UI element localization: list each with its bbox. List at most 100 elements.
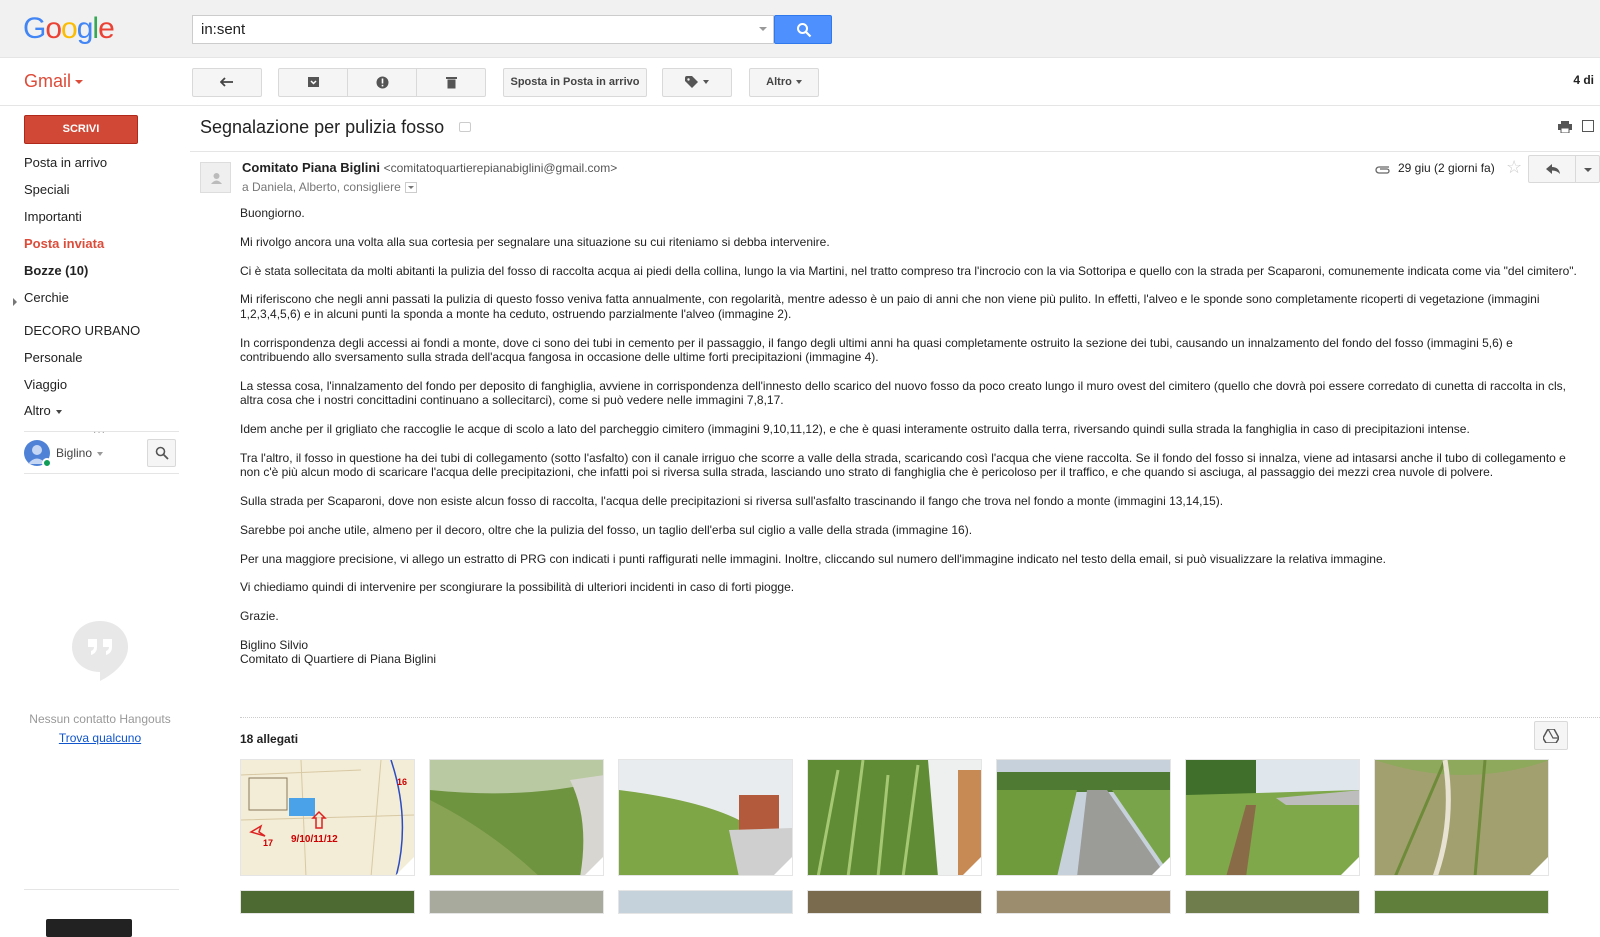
hangouts-icon bbox=[72, 621, 128, 681]
compose-button[interactable]: SCRIVI bbox=[24, 115, 138, 144]
attachments-title: 18 allegati bbox=[240, 732, 299, 746]
paragraph: In corrispondenza degli accessi ai fondi… bbox=[240, 335, 1513, 364]
attachment-thumbnail[interactable] bbox=[996, 759, 1171, 876]
page-fold bbox=[963, 857, 981, 875]
user-silhouette-icon bbox=[211, 173, 222, 184]
photo-image bbox=[619, 760, 792, 875]
sender-email: <comitatoquartierepianabiglini@gmail.com… bbox=[383, 161, 618, 175]
attachment-thumbnail[interactable] bbox=[1185, 759, 1360, 876]
attachment-thumbnail[interactable] bbox=[1374, 759, 1549, 876]
hangouts-search-button[interactable] bbox=[147, 439, 176, 467]
attachment-thumbnail[interactable] bbox=[240, 890, 415, 914]
search-input-value: in:sent bbox=[201, 21, 246, 38]
show-details-icon[interactable] bbox=[404, 182, 417, 194]
sidebar-item-important[interactable]: Importanti bbox=[24, 209, 82, 224]
attachment-icon bbox=[1375, 166, 1390, 174]
sidebar: SCRIVI Posta in arrivo Speciali Importan… bbox=[0, 107, 190, 937]
move-to-inbox-button[interactable]: Sposta in Posta in arrivo bbox=[503, 68, 647, 97]
email-date: 29 giu (2 giorni fa) bbox=[1398, 161, 1495, 175]
more-button[interactable]: Altro bbox=[749, 68, 819, 97]
save-to-drive-button[interactable] bbox=[1534, 721, 1568, 750]
paragraph: Grazie. bbox=[240, 609, 279, 624]
avatar[interactable] bbox=[24, 440, 52, 468]
sidebar-item-inbox[interactable]: Posta in arrivo bbox=[24, 155, 107, 170]
chevron-down-icon bbox=[97, 451, 104, 456]
search-input[interactable]: in:sent bbox=[192, 15, 774, 44]
search-button[interactable] bbox=[774, 15, 832, 44]
attachment-thumbnail[interactable] bbox=[807, 759, 982, 876]
reply-button[interactable] bbox=[1528, 155, 1576, 183]
attachment-thumbnail[interactable] bbox=[429, 759, 604, 876]
archive-button[interactable] bbox=[278, 68, 348, 97]
drive-icon bbox=[1543, 729, 1559, 743]
sidebar-item-personal[interactable]: Personale bbox=[24, 350, 83, 365]
sender[interactable]: Comitato Piana Biglini <comitatoquartier… bbox=[242, 160, 617, 175]
hangouts-user-menu[interactable]: Biglino bbox=[56, 446, 104, 460]
sidebar-item-drafts[interactable]: Bozze (10) bbox=[24, 263, 88, 278]
paragraph: Mi riferiscono che negli anni passati la… bbox=[240, 292, 1540, 321]
search-options-icon[interactable] bbox=[759, 27, 767, 31]
email-subject: Segnalazione per pulizia fosso bbox=[200, 117, 445, 137]
back-button[interactable] bbox=[192, 68, 262, 97]
label-tag-icon bbox=[685, 76, 698, 89]
attachment-thumbnail[interactable] bbox=[618, 890, 793, 914]
attachment-thumbnail[interactable] bbox=[996, 890, 1171, 914]
hangouts-user: Biglino bbox=[24, 437, 179, 473]
chevron-down-icon bbox=[75, 80, 84, 85]
sidebar-item-circles[interactable]: Cerchie bbox=[24, 290, 69, 305]
attachment-thumbnail[interactable] bbox=[618, 759, 793, 876]
new-window-icon[interactable] bbox=[1582, 120, 1594, 132]
page-fold bbox=[774, 857, 792, 875]
message-view: Segnalazione per pulizia fosso Comitato … bbox=[190, 107, 1600, 937]
photo-image bbox=[997, 760, 1170, 875]
attachment-thumbnail-map[interactable]: 9/10/11/12 17 16 bbox=[240, 759, 415, 876]
labels-button[interactable] bbox=[662, 68, 732, 97]
attachment-thumbnail[interactable] bbox=[1185, 890, 1360, 914]
compose-label: SCRIVI bbox=[62, 123, 100, 135]
online-status-dot bbox=[42, 458, 52, 468]
map-label: 16 bbox=[397, 777, 407, 787]
signature-org: Comitato di Quartiere di Piana Biglini bbox=[240, 652, 437, 667]
report-spam-button[interactable] bbox=[347, 68, 417, 97]
expand-triangle-icon[interactable] bbox=[13, 298, 17, 306]
sidebar-item-starred[interactable]: Speciali bbox=[24, 182, 70, 197]
gmail-menu[interactable]: Gmail bbox=[24, 71, 84, 92]
archive-icon bbox=[307, 77, 319, 88]
find-someone-link[interactable]: Trova qualcuno bbox=[0, 731, 200, 745]
recipients: a Daniela, Alberto, consigliere bbox=[242, 180, 417, 194]
sidebar-item-more[interactable]: Altro bbox=[24, 403, 63, 418]
subject-divider bbox=[190, 151, 1600, 152]
sidebar-more-label: Altro bbox=[24, 403, 51, 418]
photo-image bbox=[1375, 760, 1548, 875]
trash-icon bbox=[445, 76, 457, 89]
paragraph: Sarebbe poi anche utile, almeno per il d… bbox=[240, 522, 973, 537]
search-icon bbox=[797, 23, 812, 38]
paragraph: Ci è stata sollecitata da molti abitanti… bbox=[240, 263, 1577, 278]
paragraph: Idem anche per il grigliato che raccogli… bbox=[240, 422, 1470, 436]
label-toggle-icon[interactable] bbox=[459, 122, 471, 132]
sidebar-item-sent[interactable]: Posta inviata bbox=[24, 236, 104, 251]
user-name: Biglino bbox=[56, 446, 93, 460]
sidebar-item-decoro-urbano[interactable]: DECORO URBANO bbox=[24, 323, 140, 338]
paragraph: Vi chiediamo quindi di intervenire per s… bbox=[240, 580, 795, 595]
attachment-thumbnail[interactable] bbox=[807, 890, 982, 914]
recipients-text: a Daniela, Alberto, consigliere bbox=[242, 180, 401, 194]
page-fold bbox=[1152, 857, 1170, 875]
sidebar-item-travel[interactable]: Viaggio bbox=[24, 377, 67, 392]
google-logo[interactable]: Google bbox=[23, 12, 115, 46]
page-fold bbox=[396, 857, 414, 875]
email-body: Buongiorno. Mi rivolgo ancora una volta … bbox=[240, 206, 1580, 667]
signature-name: Biglino Silvio bbox=[240, 637, 309, 652]
message-counter: 4 di bbox=[1573, 73, 1594, 87]
star-icon[interactable]: ☆ bbox=[1506, 157, 1522, 178]
hangouts-bottom-bar[interactable] bbox=[46, 919, 132, 937]
attachment-thumbnail[interactable] bbox=[429, 890, 604, 914]
more-actions-button[interactable] bbox=[1575, 155, 1600, 183]
delete-button[interactable] bbox=[416, 68, 486, 97]
page-fold bbox=[1530, 857, 1548, 875]
print-icon[interactable] bbox=[1558, 121, 1572, 133]
attachment-thumbnail[interactable] bbox=[1374, 890, 1549, 914]
chevron-down-icon bbox=[795, 80, 802, 85]
photo-image bbox=[430, 760, 603, 875]
paragraph: La stessa cosa, l'innalzamento del fondo… bbox=[240, 378, 1567, 408]
